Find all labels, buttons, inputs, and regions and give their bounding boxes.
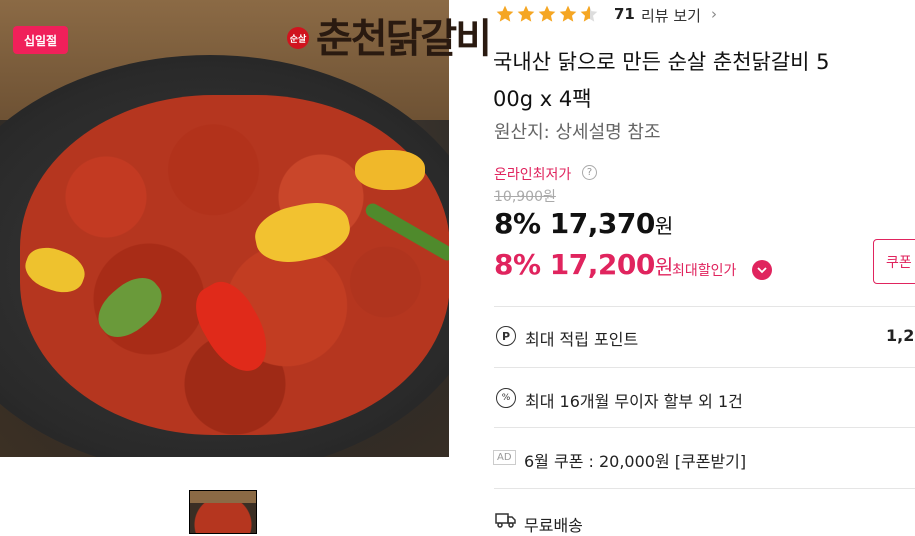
divider <box>494 427 915 428</box>
star-icon <box>559 5 577 22</box>
original-price: 10,900원 <box>494 189 556 205</box>
star-icon <box>538 5 556 22</box>
rating-stars <box>495 4 599 24</box>
chevron-right-icon[interactable]: › <box>711 5 717 23</box>
coupon-button[interactable]: 쿠폰 <box>873 239 915 284</box>
brand-logo-text: 춘천닭갈비 <box>316 15 492 62</box>
product-title-line2: 00g x 4팩 <box>493 87 592 111</box>
sale-price: 8% 17,370원 <box>494 207 673 240</box>
sale-discount-percent: 8% <box>494 207 541 240</box>
lowest-price-label: 온라인최저가 <box>494 167 572 183</box>
shipping-label: 무료배송 <box>524 516 583 535</box>
max-discount-price: 8% 17,200원 <box>494 248 673 281</box>
help-icon[interactable]: ? <box>582 165 597 180</box>
max-discount-unit: 원 <box>654 255 673 279</box>
max-discount-label[interactable]: 최대할인가 <box>672 260 736 280</box>
sale-price-value: 17,370 <box>549 207 656 240</box>
ad-tag: AD <box>493 450 516 465</box>
point-label: 최대 적립 포인트 <box>525 330 639 349</box>
max-discount-percent: 8% <box>494 248 541 281</box>
review-count[interactable]: 71 <box>614 5 635 23</box>
divider <box>494 306 915 307</box>
chevron-down-icon[interactable] <box>752 260 772 280</box>
origin-info: 원산지: 상세설명 참조 <box>494 122 661 143</box>
divider <box>494 488 915 489</box>
review-link[interactable]: 리뷰 보기 <box>641 5 701 26</box>
ad-coupon-link[interactable]: 6월 쿠폰 : 20,000원 [쿠폰받기] <box>524 448 746 472</box>
star-icon <box>517 5 535 22</box>
product-main-image <box>0 0 449 457</box>
truck-icon <box>495 513 516 528</box>
brand-stamp: 순살 <box>287 27 309 49</box>
half-star-icon <box>580 5 598 22</box>
product-title-line1: 국내산 닭으로 만든 순살 춘천닭갈비 5 <box>493 50 830 74</box>
divider <box>494 367 915 368</box>
event-badge: 십일절 <box>13 26 68 54</box>
point-icon: P <box>496 326 516 346</box>
sale-price-unit: 원 <box>654 214 673 238</box>
installment-icon: % <box>496 388 516 408</box>
point-value: 1,21 <box>886 326 915 345</box>
star-icon <box>496 5 514 22</box>
installment-label[interactable]: 최대 16개월 무이자 할부 외 1건 <box>525 388 743 412</box>
product-thumbnail[interactable] <box>189 490 257 534</box>
max-discount-value: 17,200 <box>549 248 656 281</box>
